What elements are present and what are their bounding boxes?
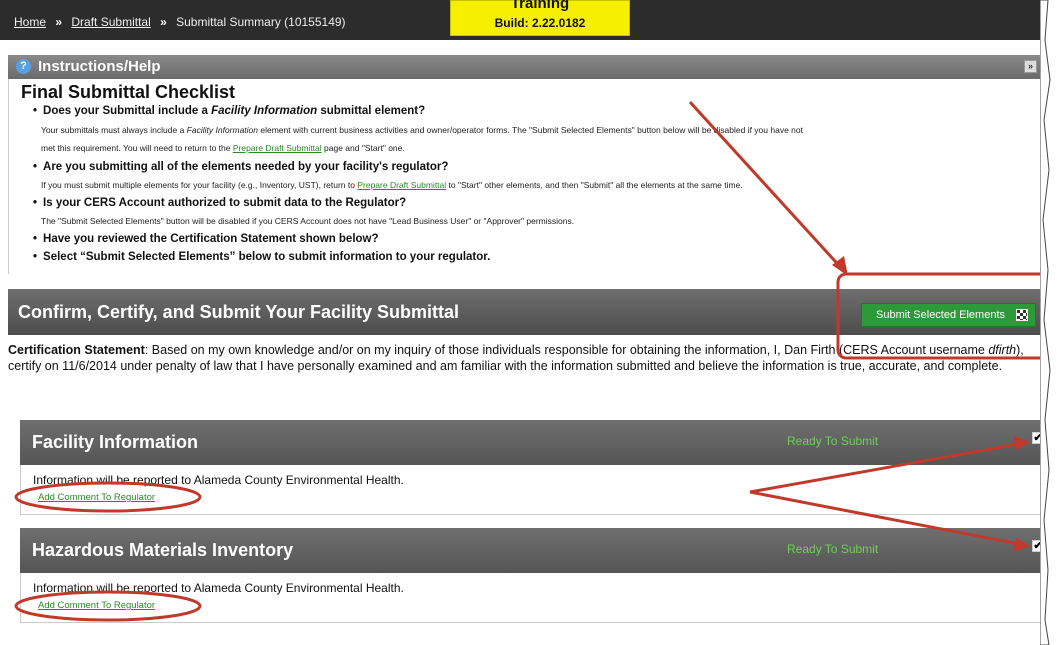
prepare-draft-link[interactable]: Prepare Draft Submittal (357, 180, 446, 190)
top-bar: Home » Draft Submittal » Submittal Summa… (0, 0, 1045, 40)
element-status: Ready To Submit (787, 542, 879, 556)
collapse-icon[interactable]: » (1024, 60, 1037, 73)
prepare-draft-link[interactable]: Prepare Draft Submittal (233, 143, 322, 153)
facility-information-body: Information will be reported to Alameda … (20, 465, 1045, 515)
checklist-question: Is your CERS Account authorized to submi… (33, 197, 406, 209)
checklist-title: Final Submittal Checklist (21, 82, 236, 102)
checklist-detail: If you must submit multiple elements for… (41, 180, 743, 190)
regulator-info: Information will be reported to Alameda … (33, 473, 404, 487)
checklist-question: Does your Submittal include a Facility I… (33, 105, 425, 117)
checklist-detail: met this requirement. You will need to r… (41, 143, 405, 153)
page: Home » Draft Submittal » Submittal Summa… (0, 0, 1045, 640)
instructions-header[interactable]: ? Instructions/Help » (8, 55, 1045, 79)
checklist-detail: Your submittals must always include a Fa… (41, 125, 803, 135)
breadcrumb-home-link[interactable]: Home (14, 15, 46, 29)
certification-label: Certification Statement (8, 343, 145, 357)
breadcrumb-separator: » (160, 15, 167, 29)
breadcrumb: Home » Draft Submittal » Submittal Summa… (14, 15, 346, 29)
submit-selected-elements-button[interactable]: Submit Selected Elements (861, 303, 1036, 327)
regulator-info: Information will be reported to Alameda … (33, 581, 404, 595)
hazardous-materials-inventory-header: Hazardous Materials Inventory Ready To S… (20, 528, 1045, 573)
checklist-question: Select “Submit Selected Elements” below … (33, 251, 490, 263)
checkered-flag-icon (1016, 309, 1028, 321)
submit-button-label: Submit Selected Elements (876, 309, 1006, 321)
hazardous-materials-inventory-body: Information will be reported to Alameda … (20, 573, 1045, 623)
account-username: dfirth (988, 343, 1017, 357)
final-submittal-checklist: Final Submittal Checklist Does your Subm… (8, 79, 1045, 274)
element-status: Ready To Submit (787, 434, 879, 448)
confirm-title: Confirm, Certify, and Submit Your Facili… (18, 302, 460, 322)
torn-edge (1040, 0, 1057, 645)
checklist-question: Are you submitting all of the elements n… (33, 161, 448, 173)
checklist-question: Have you reviewed the Certification Stat… (33, 233, 379, 245)
certification-statement: Certification Statement: Based on my own… (8, 343, 1024, 373)
breadcrumb-separator: » (55, 15, 63, 29)
breadcrumb-draft-link[interactable]: Draft Submittal (71, 15, 150, 29)
confirm-submit-bar: Confirm, Certify, and Submit Your Facili… (8, 289, 1045, 335)
facility-information-header: Facility Information Ready To Submit ✔ (20, 420, 1045, 465)
breadcrumb-current: Submittal Summary (10155149) (176, 15, 346, 29)
build-number: Build: 2.22.0182 (494, 16, 586, 30)
environment-label: Training (510, 0, 570, 12)
add-comment-link[interactable]: Add Comment To Regulator (38, 600, 155, 611)
checklist-detail: The "Submit Selected Elements" button wi… (41, 216, 575, 226)
help-icon: ? (16, 59, 31, 74)
instructions-title: Instructions/Help (38, 58, 161, 75)
add-comment-link[interactable]: Add Comment To Regulator (38, 492, 155, 503)
element-title: Facility Information (32, 432, 199, 452)
element-title: Hazardous Materials Inventory (32, 540, 294, 560)
build-banner: Training Build: 2.22.0182 (450, 0, 630, 36)
